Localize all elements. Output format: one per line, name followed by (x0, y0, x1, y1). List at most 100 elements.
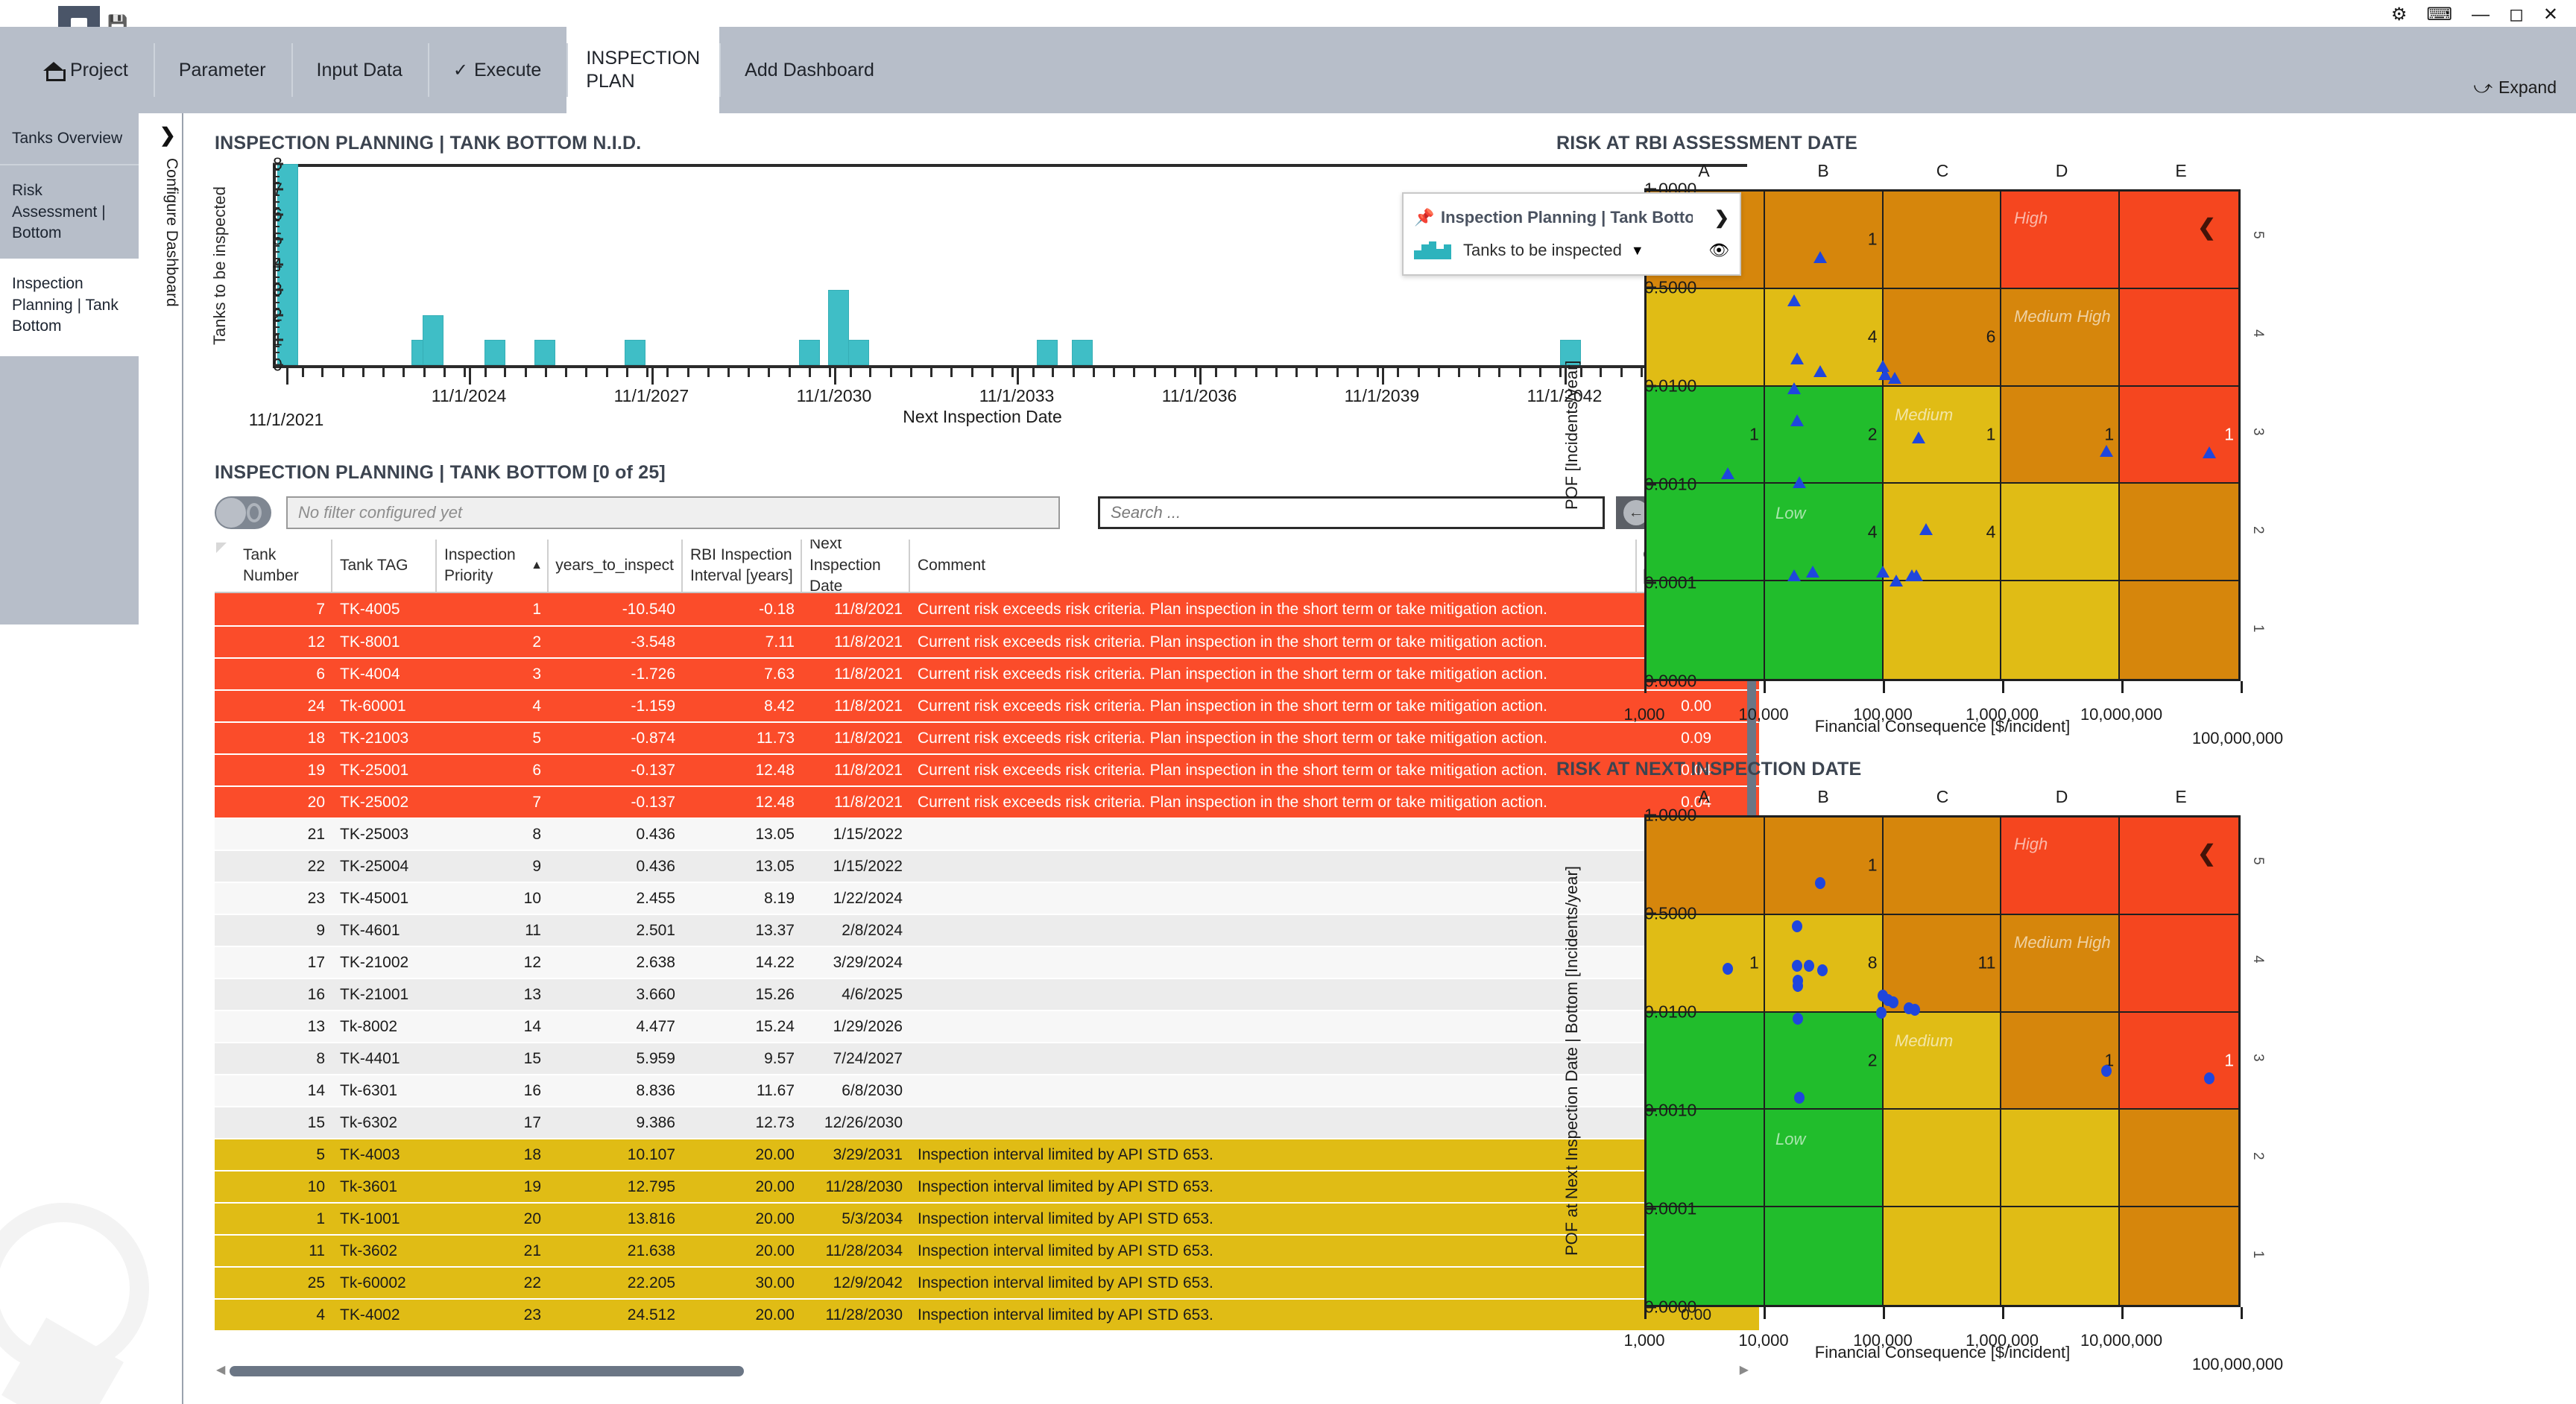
table-row[interactable]: 23TK-45001102.4558.191/22/20240.00 (215, 882, 1759, 914)
histogram-bar[interactable] (1071, 340, 1093, 365)
risk-matrix-cell[interactable] (2120, 581, 2238, 679)
table-header-comment[interactable]: Comment (910, 540, 1637, 592)
risk-data-point[interactable] (1887, 996, 1898, 1009)
table-row[interactable]: 22TK-2500490.43613.051/15/20220.04 (215, 850, 1759, 882)
tab-execute[interactable]: ✓ Execute (427, 27, 566, 113)
risk-matrix-cell[interactable] (1647, 1110, 1765, 1208)
risk-data-point[interactable] (1876, 565, 1890, 578)
table-header-years_to_inspect[interactable]: years_to_inspect (549, 540, 683, 592)
risk-data-point[interactable] (2101, 1065, 2112, 1078)
risk-data-point[interactable] (1722, 963, 1733, 975)
risk-matrix-cell[interactable] (1647, 1207, 1765, 1305)
risk-matrix-cell[interactable] (2001, 192, 2121, 289)
risk-matrix-cell[interactable] (1883, 581, 2002, 679)
table-header-next_inspection_date[interactable]: Next Inspection Date (802, 540, 910, 595)
pin-icon[interactable]: 📌 (1414, 208, 1434, 227)
sidebar-item-inspection-planning-tank-bottom[interactable]: Inspection Planning | Tank Bottom (0, 259, 139, 352)
tab-input-data[interactable]: Input Data (291, 27, 428, 113)
risk-matrix-cell[interactable] (1883, 1012, 2002, 1110)
table-row[interactable]: 10 Tk-3601 19 12.795 20.00 11/28/2030 Inspecti… (215, 1170, 1759, 1202)
risk-data-point[interactable] (1791, 960, 1802, 973)
risk-data-point[interactable] (1790, 414, 1804, 426)
chart-legend-panel[interactable]: 📌 Inspection Planning | Tank Bottom N ❯ … (1402, 192, 1741, 276)
risk-data-point[interactable] (1887, 371, 1901, 384)
risk-matrix-cell[interactable] (1647, 288, 1765, 387)
risk-matrix-cell[interactable] (1883, 192, 2002, 289)
risk-matrix-cell[interactable] (1883, 1110, 2002, 1208)
risk-matrix-cell[interactable] (2001, 288, 2121, 387)
table-row[interactable]: 20 TK-25002 7 -0.137 12.48 11/8/2021 Current r… (215, 785, 1759, 818)
risk-data-point[interactable] (1815, 877, 1826, 890)
histogram-bar[interactable] (848, 340, 870, 365)
risk-matrix-cell[interactable] (2001, 1110, 2121, 1208)
risk-matrix-cell[interactable] (2001, 484, 2121, 582)
sort-ascending-icon[interactable]: ▲ (531, 557, 543, 574)
risk-matrix-cell[interactable] (1647, 581, 1765, 679)
risk-data-point[interactable] (1909, 1003, 1920, 1016)
table-header-rbi_interval[interactable]: RBI Inspection Interval [years] (683, 540, 802, 592)
table-row[interactable]: 5 TK-4003 18 10.107 20.00 3/29/2031 Inspection… (215, 1138, 1759, 1170)
risk-data-point[interactable] (1813, 365, 1828, 378)
risk-data-point[interactable] (1919, 523, 1933, 536)
risk-matrix-cell[interactable] (2001, 914, 2121, 1013)
risk-matrix-cell[interactable]: 4 (1883, 484, 2002, 582)
risk-matrix-cell[interactable]: 1 (1647, 386, 1765, 484)
legend-series-row[interactable]: Tanks to be inspected ▼ 👁 (1414, 234, 1729, 267)
chevron-right-icon[interactable]: ❯ (1714, 207, 1729, 229)
histogram-bar[interactable] (624, 340, 645, 365)
risk-data-point[interactable] (1890, 575, 1904, 587)
table-row[interactable]: 15Tk-6302179.38612.7312/26/20300.00 (215, 1106, 1759, 1138)
table-header-inspection_priority[interactable]: Inspection Priority ▲ (437, 540, 549, 592)
risk-data-point[interactable] (1791, 920, 1802, 933)
risk-matrix-cell[interactable]: 1 (2001, 1012, 2121, 1110)
close-icon[interactable]: ✕ (2543, 4, 2558, 25)
risk-matrix-cell[interactable] (2120, 288, 2238, 387)
filter-input[interactable]: No filter configured yet (286, 496, 1060, 529)
table-row[interactable]: 1 TK-1001 20 13.816 20.00 5/3/2034 Inspection … (215, 1202, 1759, 1234)
table-row[interactable]: 11 Tk-3602 21 21.638 20.00 11/28/2034 Inspecti… (215, 1234, 1759, 1266)
risk-data-point[interactable] (2100, 444, 2113, 457)
histogram-bar[interactable] (422, 314, 443, 365)
table-row[interactable]: 6 TK-4004 3 -1.726 7.63 11/8/2021 Current risk… (215, 657, 1759, 689)
table-horizontal-scrollbar[interactable]: ◀ ▶ (215, 1364, 1750, 1379)
risk-matrix-cell[interactable]: 4 (1764, 484, 1884, 582)
table-corner-cell[interactable] (215, 540, 236, 592)
risk-data-point[interactable] (1806, 565, 1820, 578)
risk-matrix-cell[interactable]: 2 (1764, 1012, 1884, 1110)
risk-matrix-cell[interactable]: 11 (1883, 914, 2002, 1013)
table-row[interactable]: 14Tk-6301168.83611.676/8/20300.00 (215, 1074, 1759, 1106)
filter-toggle[interactable] (215, 496, 271, 529)
risk-matrix-cell[interactable]: 8 (1764, 914, 1884, 1013)
eye-icon[interactable]: 👁 (1708, 241, 1729, 260)
keyboard-icon[interactable]: ⌨ (2426, 4, 2452, 25)
table-row[interactable]: 24 Tk-60001 4 -1.159 8.42 11/8/2021 Current ri… (215, 689, 1759, 721)
histogram-bar[interactable] (1036, 340, 1058, 365)
risk-data-point[interactable] (1793, 980, 1804, 993)
tab-add-dashboard[interactable]: Add Dashboard (719, 27, 900, 113)
risk-data-point[interactable] (1912, 431, 1926, 444)
risk-matrix-cell[interactable] (2120, 1110, 2238, 1208)
risk-matrix-cell[interactable] (1764, 1207, 1884, 1305)
search-input[interactable]: Search ... (1098, 496, 1605, 529)
risk-data-point[interactable] (1793, 476, 1807, 489)
sidebar-item-tanks-overview[interactable]: Tanks Overview (0, 113, 139, 165)
risk-matrix-cell[interactable] (2001, 818, 2121, 915)
histogram-bar[interactable] (799, 340, 821, 365)
risk-matrix-cell[interactable] (1647, 484, 1765, 582)
risk-data-point[interactable] (1816, 964, 1828, 977)
risk-matrix-cell[interactable] (2001, 1207, 2121, 1305)
tab-inspection-plan[interactable]: INSPECTION PLAN (566, 27, 720, 113)
chevron-right-icon[interactable]: ❯ (160, 124, 176, 147)
risk-matrix-cell[interactable]: 1 (2120, 1012, 2238, 1110)
risk-matrix-cell[interactable]: 1 (2120, 386, 2238, 484)
table-row[interactable]: 13Tk-8002144.47715.241/29/20260.05 (215, 1010, 1759, 1042)
histogram-bar[interactable] (827, 289, 849, 365)
table-header-tank_tag[interactable]: Tank TAG (332, 540, 437, 592)
table-row[interactable]: 18 TK-21003 5 -0.874 11.73 11/8/2021 Current r… (215, 721, 1759, 753)
risk-data-point[interactable] (1787, 382, 1801, 394)
table-row[interactable]: 4 TK-4002 23 24.512 20.00 11/28/2030 Inspectio… (215, 1298, 1759, 1330)
maximize-icon[interactable]: ◻ (2509, 4, 2524, 25)
risk-matrix-cell[interactable]: 1 (1883, 386, 2002, 484)
configure-dashboard-rail[interactable]: ❯ Configure Dashboard (154, 113, 183, 1404)
risk-matrix-cell[interactable] (2120, 818, 2238, 915)
